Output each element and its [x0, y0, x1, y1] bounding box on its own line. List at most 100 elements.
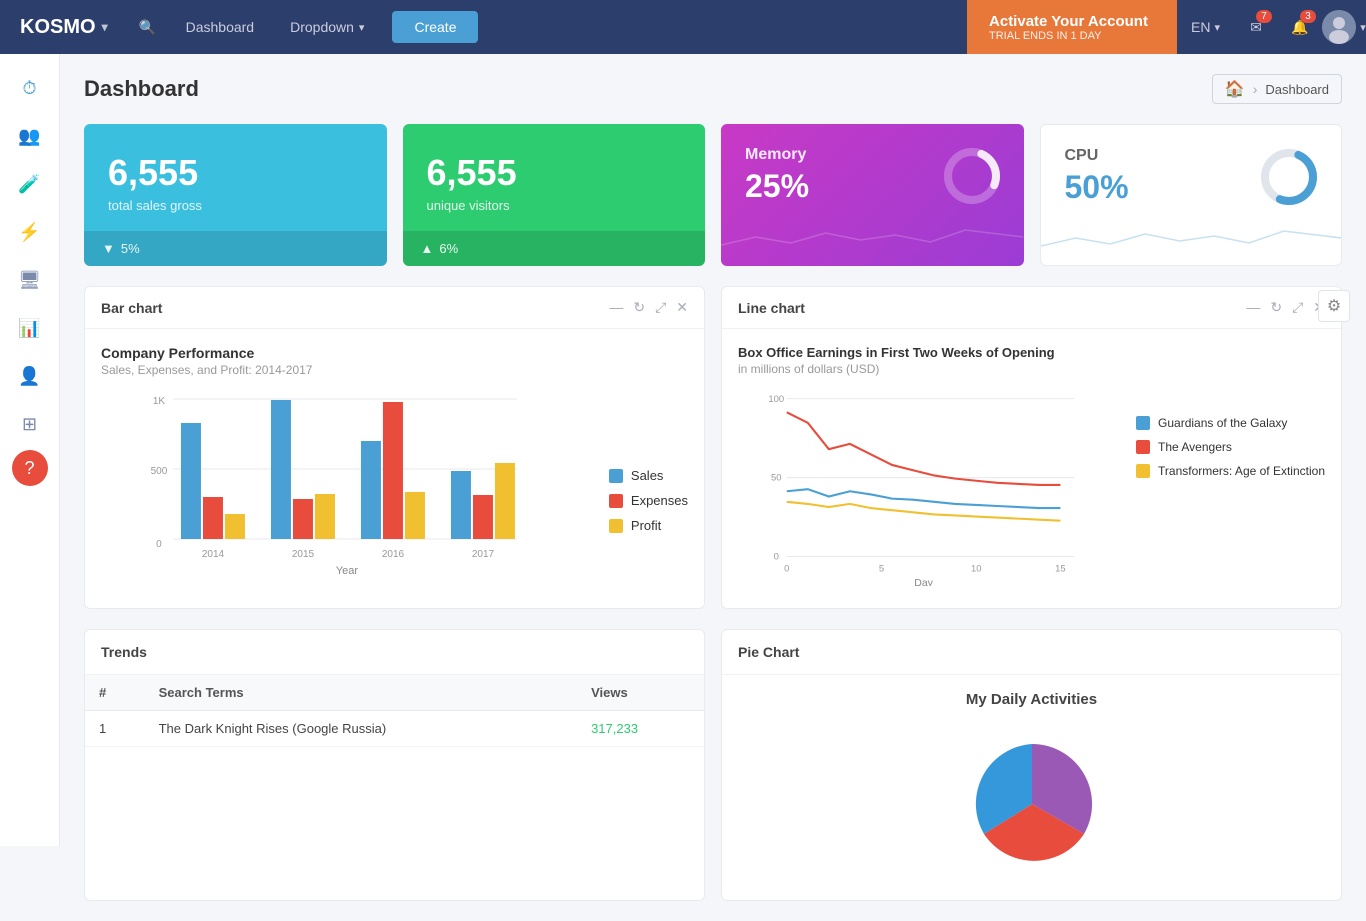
svg-text:Year: Year: [336, 565, 359, 577]
search-button[interactable]: 🔍: [128, 19, 168, 36]
bar-chart-body: Company Performance Sales, Expenses, and…: [85, 329, 704, 608]
sales-value: 6,555: [108, 152, 363, 194]
svg-text:2014: 2014: [202, 549, 225, 560]
expenses-dot: [609, 494, 623, 508]
legend-transformers: Transformers: Age of Extinction: [1136, 464, 1325, 478]
trends-header: Trends: [85, 630, 704, 675]
row-views: 317,233: [577, 711, 704, 747]
pie-chart-header: Pie Chart: [722, 630, 1341, 675]
language-selector[interactable]: EN ▾: [1177, 0, 1234, 54]
brand-label: KOSMO: [20, 16, 96, 39]
charts-row: Bar chart — ↻ ⤢ ✕ Company Performance Sa…: [84, 286, 1342, 609]
trends-title: Trends: [101, 644, 147, 660]
minimize-icon[interactable]: —: [609, 299, 623, 316]
legend-expenses: Expenses: [609, 493, 688, 508]
stat-card-memory: Memory 25%: [721, 124, 1024, 266]
svg-text:2017: 2017: [472, 549, 495, 560]
sidebar-item-power[interactable]: ⚡: [5, 210, 55, 254]
lc-expand-icon[interactable]: ⤢: [1292, 299, 1303, 316]
sales-footer: ▼ 5%: [84, 231, 387, 266]
sales-dot: [609, 469, 623, 483]
nav-dashboard[interactable]: Dashboard: [168, 0, 273, 54]
settings-gear-button[interactable]: ⚙: [1318, 290, 1350, 322]
line-chart-svg-area: 100 50 0: [738, 386, 1126, 589]
pie-chart-title: Pie Chart: [738, 644, 799, 660]
main-content: Dashboard 🏠 › Dashboard 6,555 total sale…: [60, 54, 1366, 921]
notifications-button[interactable]: 🔔 3: [1278, 0, 1322, 54]
visitors-change: 6%: [439, 241, 458, 256]
sidebar-item-lab[interactable]: 🧪: [5, 162, 55, 206]
trends-card: Trends # Search Terms Views 1 The Dark K…: [84, 629, 705, 901]
close-icon[interactable]: ✕: [676, 299, 688, 316]
sidebar-item-grid[interactable]: ⊞: [5, 402, 55, 446]
sidebar-item-dashboard[interactable]: ⏱: [5, 66, 55, 110]
sidebar-item-accent[interactable]: ?: [12, 450, 48, 486]
refresh-icon[interactable]: ↻: [633, 299, 645, 316]
line-chart-card: Line chart — ↻ ⤢ ✕ Box Office Earnings i…: [721, 286, 1342, 609]
svg-text:0: 0: [784, 563, 789, 574]
col-search-terms: Search Terms: [145, 675, 577, 711]
sales-change: 5%: [121, 241, 140, 256]
svg-text:100: 100: [768, 394, 784, 405]
table-header-row: # Search Terms Views: [85, 675, 704, 711]
sidebar: ⏱ 👥 🧪 ⚡ 🖥 📊 👤 ⊞ ?: [0, 54, 60, 846]
visitors-label: unique visitors: [427, 198, 682, 213]
sidebar-item-users[interactable]: 👥: [5, 114, 55, 158]
lc-refresh-icon[interactable]: ↻: [1270, 299, 1282, 316]
messages-button[interactable]: ✉ 7: [1234, 0, 1278, 54]
activate-account-button[interactable]: Activate Your Account TRIAL ENDS IN 1 DA…: [967, 0, 1177, 54]
svg-text:0: 0: [156, 539, 162, 550]
svg-text:Day: Day: [914, 577, 933, 586]
home-icon[interactable]: 🏠: [1225, 79, 1245, 99]
trends-table: # Search Terms Views 1 The Dark Knight R…: [85, 675, 704, 747]
bar-chart-actions: — ↻ ⤢ ✕: [609, 299, 688, 316]
nav-brand[interactable]: KOSMO ▾: [0, 16, 128, 39]
create-button[interactable]: Create: [392, 11, 478, 43]
page-header: Dashboard 🏠 › Dashboard: [84, 74, 1342, 104]
profit-dot: [609, 519, 623, 533]
bar-chart-legend: Sales Expenses Profit: [609, 389, 688, 592]
bottom-row: Trends # Search Terms Views 1 The Dark K…: [84, 629, 1342, 901]
visitors-value: 6,555: [427, 152, 682, 194]
activate-title: Activate Your Account: [989, 13, 1155, 30]
cpu-donut: [1257, 145, 1321, 212]
stat-card-cpu: CPU 50%: [1040, 124, 1343, 266]
activate-sub: TRIAL ENDS IN 1 DAY: [989, 30, 1155, 42]
line-chart-main-title: Box Office Earnings in First Two Weeks o…: [738, 345, 1325, 360]
svg-text:2016: 2016: [382, 549, 405, 560]
sales-label: total sales gross: [108, 198, 363, 213]
breadcrumb-separator: ›: [1253, 81, 1258, 97]
avatar-chevron-icon: ▾: [1360, 21, 1366, 34]
up-arrow-icon: ▲: [421, 241, 434, 256]
visitors-footer: ▲ 6%: [403, 231, 706, 266]
stat-cards: 6,555 total sales gross ▼ 5% 6,555 uniqu…: [84, 124, 1342, 266]
page-title: Dashboard: [84, 76, 199, 102]
transformers-dot: [1136, 464, 1150, 478]
bar-chart-header: Bar chart — ↻ ⤢ ✕: [85, 287, 704, 329]
stat-card-visitors: 6,555 unique visitors ▲ 6%: [403, 124, 706, 266]
nav-dropdown[interactable]: Dropdown ▾: [272, 0, 382, 54]
pie-svg: [922, 724, 1142, 884]
sidebar-item-profile[interactable]: 👤: [5, 354, 55, 398]
bar-chart-title: Bar chart: [101, 300, 162, 316]
line-chart-actions: — ↻ ⤢ ✕: [1246, 299, 1325, 316]
legend-avengers: The Avengers: [1136, 440, 1325, 454]
lang-chevron-icon: ▾: [1214, 21, 1220, 34]
svg-text:1K: 1K: [153, 396, 166, 407]
stat-card-sales: 6,555 total sales gross ▼ 5%: [84, 124, 387, 266]
line-chart-header: Line chart — ↻ ⤢ ✕: [722, 287, 1341, 329]
user-avatar-button[interactable]: ▾: [1322, 0, 1366, 54]
svg-text:0: 0: [774, 552, 779, 563]
sidebar-item-charts[interactable]: 📊: [5, 306, 55, 350]
avengers-dot: [1136, 440, 1150, 454]
lc-minimize-icon[interactable]: —: [1246, 299, 1260, 316]
sidebar-item-monitor[interactable]: 🖥: [5, 258, 55, 302]
bar-chart-svg-area: 1K 500 0: [101, 389, 593, 592]
pie-chart-body: My Daily Activities: [722, 675, 1341, 900]
line-chart-svg: 100 50 0: [738, 386, 1126, 586]
col-views: Views: [577, 675, 704, 711]
line-chart-legend: Guardians of the Galaxy The Avengers Tra…: [1136, 386, 1325, 589]
avatar: [1322, 10, 1356, 44]
expand-icon[interactable]: ⤢: [655, 299, 666, 316]
row-num: 1: [85, 711, 145, 747]
